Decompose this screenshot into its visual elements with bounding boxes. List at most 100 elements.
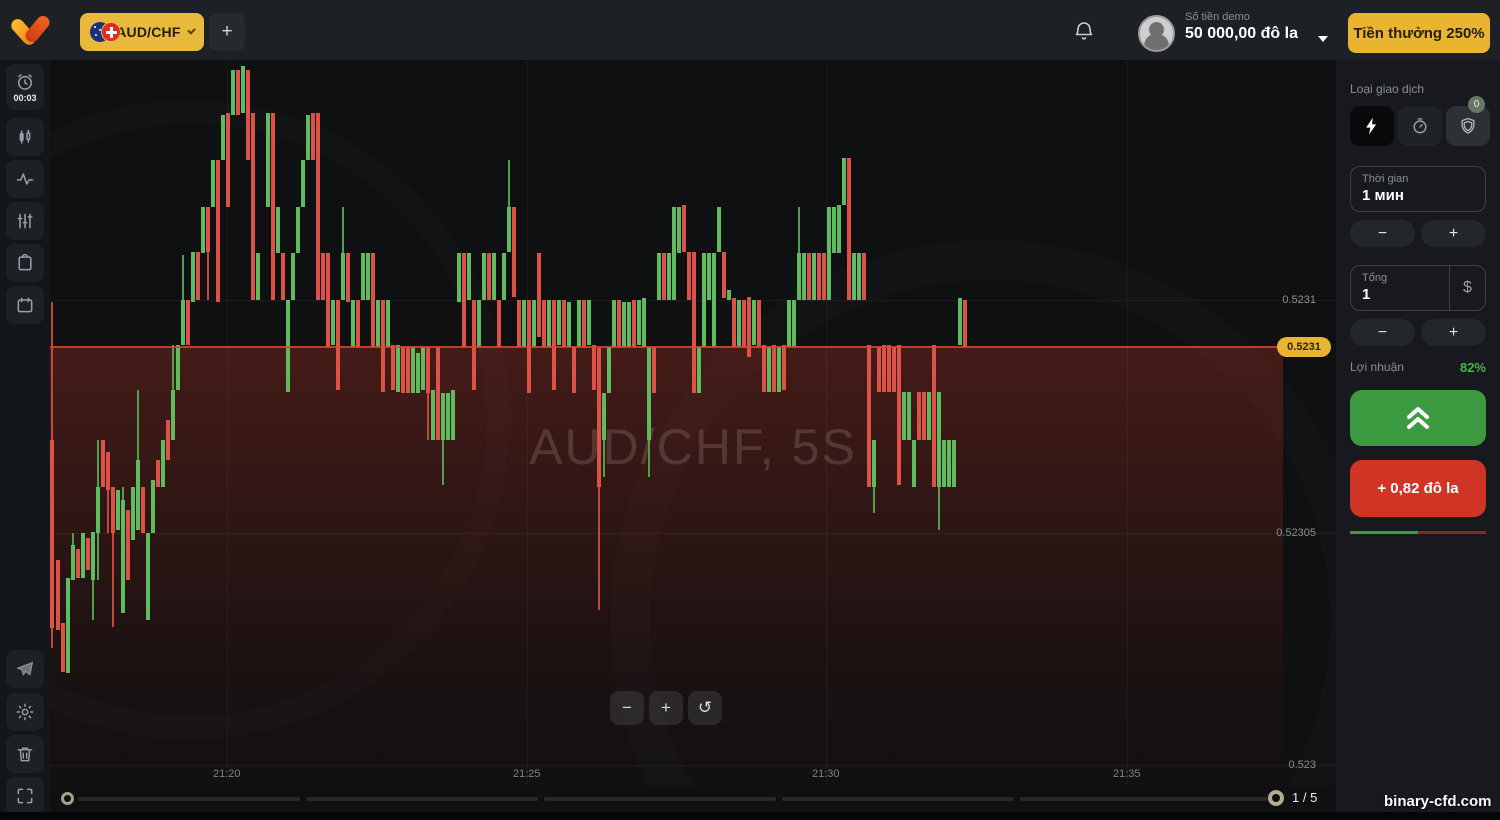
candle: [457, 253, 461, 302]
candle: [767, 347, 771, 392]
scrubber-right-handle[interactable]: [1268, 790, 1284, 806]
scrubber-track[interactable]: [782, 797, 1014, 801]
trash-button[interactable]: [6, 735, 44, 773]
scrubber-track[interactable]: [78, 797, 300, 801]
scrubber-left-handle[interactable]: [61, 792, 74, 805]
candle: [426, 347, 430, 393]
calendar-button[interactable]: [6, 286, 44, 324]
candle: [737, 300, 741, 347]
line-chart-button[interactable]: [6, 160, 44, 198]
scrubber-track[interactable]: [544, 797, 776, 801]
zoom-out-button[interactable]: −: [610, 691, 644, 725]
candle: [296, 207, 300, 253]
chart-area[interactable]: AUD/CHF, 5S 0.5231 0.52310.523050.52321:…: [50, 60, 1336, 786]
candle: [522, 300, 526, 347]
scrubber-track[interactable]: [1020, 797, 1268, 801]
trade-type-quick-button[interactable]: [1350, 106, 1394, 146]
amount-increase-button[interactable]: +: [1421, 319, 1486, 346]
candle: [166, 420, 170, 460]
expiry-time-value: 1 мин: [1362, 187, 1485, 204]
candle-wick: [598, 487, 600, 610]
candle: [126, 510, 130, 580]
candle: [141, 487, 145, 533]
asset-pair-selector[interactable]: AUD/CHF: [80, 13, 204, 51]
avatar[interactable]: [1138, 15, 1175, 52]
candle: [727, 290, 731, 300]
candle: [341, 253, 345, 300]
history-scrubber: 1 / 5: [0, 786, 1336, 812]
candle: [482, 253, 486, 300]
candle: [281, 253, 285, 300]
candle: [817, 253, 821, 300]
zoom-reset-button[interactable]: ↺: [688, 691, 722, 725]
add-asset-button[interactable]: +: [209, 13, 245, 51]
buy-higher-button[interactable]: [1350, 390, 1486, 446]
profit-row: Lợi nhuận 82%: [1350, 360, 1486, 375]
account-switcher[interactable]: Số tiền demo 50 000,00 đô la: [1185, 11, 1298, 43]
candle: [732, 298, 736, 347]
candle: [321, 253, 325, 300]
trade-type-timer-button[interactable]: [1398, 106, 1442, 146]
orders-clipboard-button[interactable]: [6, 244, 44, 282]
candle: [657, 253, 661, 300]
candle: [602, 393, 606, 440]
amount-field[interactable]: Tổng 1 $: [1350, 265, 1486, 311]
candle-wick: [92, 580, 94, 620]
time-increase-button[interactable]: +: [1421, 220, 1486, 247]
candle: [692, 252, 696, 393]
candle: [807, 253, 811, 300]
fullscreen-button[interactable]: [6, 777, 44, 815]
candle: [421, 347, 425, 390]
candle: [50, 440, 54, 628]
trade-timer-button[interactable]: 00:03: [6, 64, 44, 110]
trade-type-shield-button[interactable]: [1446, 106, 1490, 146]
candle: [762, 345, 766, 392]
candle: [697, 347, 701, 393]
chart-type-button[interactable]: [6, 118, 44, 156]
candle: [306, 115, 310, 160]
candle-wick: [938, 487, 940, 530]
candle: [291, 253, 295, 300]
candle: [91, 532, 95, 580]
candle: [136, 460, 140, 530]
candle-wick: [122, 487, 124, 500]
candle: [106, 452, 110, 490]
candle: [882, 345, 886, 392]
candle: [822, 253, 826, 300]
candle: [171, 390, 175, 440]
time-decrease-button[interactable]: −: [1350, 220, 1415, 247]
candle: [607, 347, 611, 393]
candle: [201, 207, 205, 253]
candle: [301, 160, 305, 207]
candle: [181, 300, 185, 345]
candle: [677, 207, 681, 253]
candle: [146, 533, 150, 620]
candle: [752, 300, 756, 345]
candle-wick: [798, 207, 800, 253]
expiry-time-field[interactable]: Thời gian 1 мин: [1350, 166, 1486, 212]
candle: [532, 300, 536, 347]
telegram-button[interactable]: [6, 650, 44, 688]
amount-decrease-button[interactable]: −: [1350, 319, 1415, 346]
notifications-bell-icon[interactable]: [1072, 19, 1096, 43]
candle: [787, 300, 791, 347]
time-stepper: − +: [1350, 220, 1486, 247]
candle: [587, 300, 591, 345]
app-logo-icon[interactable]: [14, 13, 50, 47]
top-bar: AUD/CHF + Số tiền demo 50 000,00 đô la T…: [0, 0, 1500, 60]
candle: [907, 392, 911, 440]
candle: [682, 205, 686, 252]
zoom-in-button[interactable]: +: [649, 691, 683, 725]
candle: [827, 207, 831, 300]
candle: [111, 487, 115, 533]
candle: [497, 300, 501, 347]
candle: [542, 300, 546, 347]
candle: [246, 70, 250, 160]
scrubber-track[interactable]: [306, 797, 538, 801]
sell-lower-button[interactable]: + 0,82 đô la: [1350, 460, 1486, 517]
candle: [492, 253, 496, 300]
current-price-badge: 0.5231: [1277, 337, 1331, 357]
indicators-button[interactable]: [6, 202, 44, 240]
settings-gear-button[interactable]: [6, 693, 44, 731]
bonus-button[interactable]: Tiền thưởng 250%: [1348, 13, 1490, 53]
